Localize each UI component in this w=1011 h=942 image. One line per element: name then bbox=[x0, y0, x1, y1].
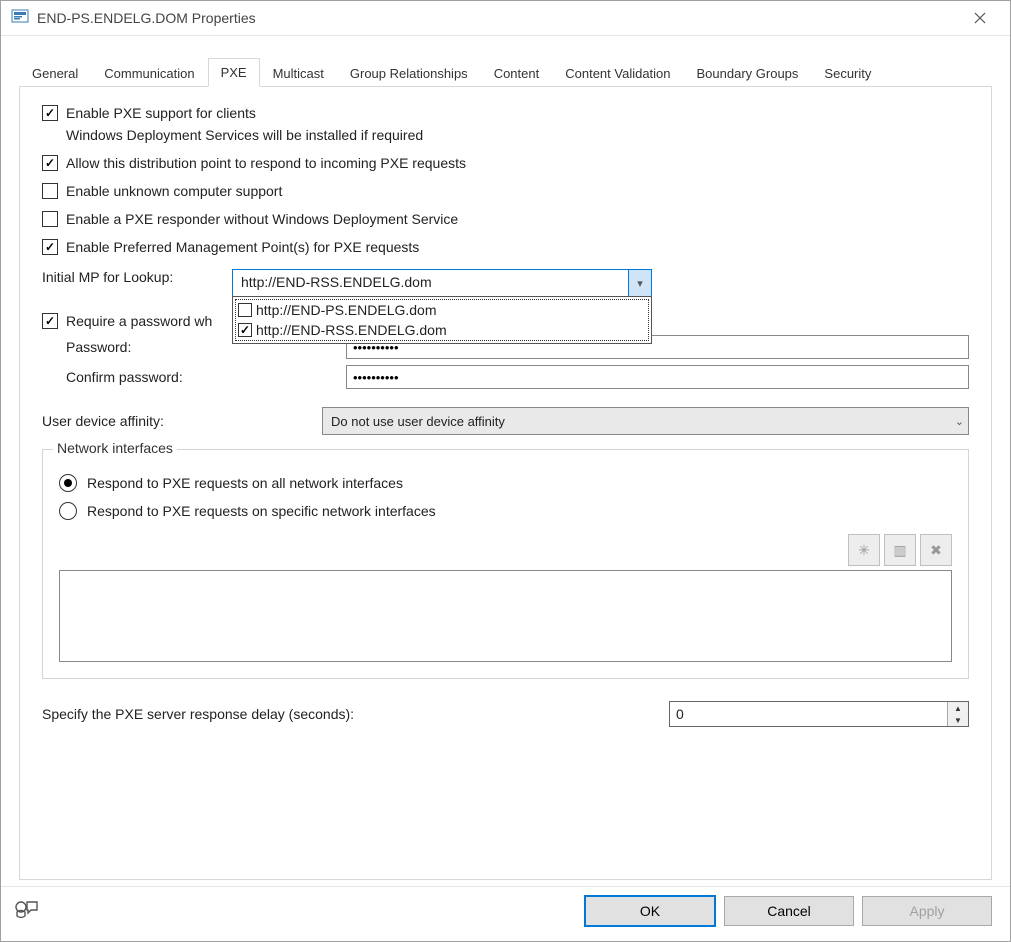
preferred-mp-checkbox[interactable] bbox=[42, 239, 58, 255]
confirm-password-label: Confirm password: bbox=[42, 369, 346, 385]
mp-option-1-label: http://END-RSS.ENDELG.dom bbox=[256, 322, 447, 338]
feedback-icon[interactable] bbox=[13, 899, 41, 923]
add-interface-button[interactable]: ✳ bbox=[848, 534, 880, 566]
sun-icon: ✳ bbox=[858, 542, 870, 559]
tab-multicast[interactable]: Multicast bbox=[260, 59, 337, 87]
tab-communication[interactable]: Communication bbox=[91, 59, 207, 87]
require-password-label: Require a password wh bbox=[66, 313, 212, 329]
app-icon bbox=[11, 8, 29, 29]
delay-down-button[interactable]: ▼ bbox=[948, 714, 968, 726]
confirm-password-field[interactable] bbox=[346, 365, 969, 389]
tab-pxe[interactable]: PXE bbox=[208, 58, 260, 87]
close-button[interactable] bbox=[960, 4, 1000, 32]
chevron-down-icon: ▾ bbox=[637, 277, 643, 290]
window-title: END-PS.ENDELG.DOM Properties bbox=[37, 10, 960, 26]
allow-respond-label: Allow this distribution point to respond… bbox=[66, 155, 466, 171]
tab-boundary-groups[interactable]: Boundary Groups bbox=[684, 59, 812, 87]
ok-button[interactable]: OK bbox=[584, 895, 716, 927]
responder-without-wds-label: Enable a PXE responder without Windows D… bbox=[66, 211, 458, 227]
radio-specific-interfaces[interactable] bbox=[59, 502, 77, 520]
uda-label: User device affinity: bbox=[42, 413, 322, 429]
tab-group-relationships[interactable]: Group Relationships bbox=[337, 59, 481, 87]
enable-pxe-checkbox[interactable] bbox=[42, 105, 58, 121]
initial-mp-dropdown-list: http://END-PS.ENDELG.dom http://END-RSS.… bbox=[232, 296, 652, 344]
radio-specific-label: Respond to PXE requests on specific netw… bbox=[87, 503, 436, 519]
chevron-down-icon: ⌄ bbox=[955, 415, 964, 428]
properties-icon: ▥ bbox=[893, 542, 906, 559]
delay-up-button[interactable]: ▲ bbox=[948, 702, 968, 714]
tab-content-validation[interactable]: Content Validation bbox=[552, 59, 683, 87]
tab-content[interactable]: Content bbox=[481, 59, 553, 87]
enable-pxe-label: Enable PXE support for clients bbox=[66, 105, 256, 121]
mp-option-0-checkbox[interactable] bbox=[238, 303, 252, 317]
unknown-support-checkbox[interactable] bbox=[42, 183, 58, 199]
delay-spinner[interactable]: 0 ▲ ▼ bbox=[669, 701, 969, 727]
cancel-button[interactable]: Cancel bbox=[724, 896, 854, 926]
delay-value[interactable]: 0 bbox=[670, 702, 947, 726]
pxe-panel: Enable PXE support for clients Windows D… bbox=[19, 87, 992, 880]
initial-mp-label: Initial MP for Lookup: bbox=[42, 269, 232, 285]
network-interfaces-group: Network interfaces Respond to PXE reques… bbox=[42, 449, 969, 679]
titlebar: END-PS.ENDELG.DOM Properties bbox=[1, 1, 1010, 36]
tab-security[interactable]: Security bbox=[811, 59, 884, 87]
content-area: General Communication PXE Multicast Grou… bbox=[1, 36, 1010, 886]
uda-value: Do not use user device affinity bbox=[331, 414, 505, 429]
mp-option-0[interactable]: http://END-PS.ENDELG.dom bbox=[236, 300, 648, 320]
delete-icon: ✖ bbox=[930, 542, 942, 559]
uda-select[interactable]: Do not use user device affinity ⌄ bbox=[322, 407, 969, 435]
delete-interface-button[interactable]: ✖ bbox=[920, 534, 952, 566]
require-password-checkbox[interactable] bbox=[42, 313, 58, 329]
interfaces-list[interactable] bbox=[59, 570, 952, 662]
preferred-mp-label: Enable Preferred Management Point(s) for… bbox=[66, 239, 419, 255]
edit-interface-button[interactable]: ▥ bbox=[884, 534, 916, 566]
mp-option-1[interactable]: http://END-RSS.ENDELG.dom bbox=[236, 320, 648, 340]
unknown-support-label: Enable unknown computer support bbox=[66, 183, 282, 199]
initial-mp-combo[interactable]: http://END-RSS.ENDELG.dom ▾ bbox=[232, 269, 652, 297]
allow-respond-checkbox[interactable] bbox=[42, 155, 58, 171]
initial-mp-dropdown-button[interactable]: ▾ bbox=[628, 270, 651, 296]
radio-all-label: Respond to PXE requests on all network i… bbox=[87, 475, 403, 491]
mp-option-1-checkbox[interactable] bbox=[238, 323, 252, 337]
dialog-footer: OK Cancel Apply bbox=[1, 886, 1010, 941]
mp-option-0-label: http://END-PS.ENDELG.dom bbox=[256, 302, 437, 318]
properties-window: END-PS.ENDELG.DOM Properties General Com… bbox=[0, 0, 1011, 942]
responder-without-wds-checkbox[interactable] bbox=[42, 211, 58, 227]
initial-mp-value: http://END-RSS.ENDELG.dom bbox=[233, 270, 628, 296]
enable-pxe-note: Windows Deployment Services will be inst… bbox=[66, 127, 969, 143]
delay-label: Specify the PXE server response delay (s… bbox=[42, 706, 354, 722]
network-interfaces-title: Network interfaces bbox=[53, 440, 177, 456]
radio-all-interfaces[interactable] bbox=[59, 474, 77, 492]
tab-general[interactable]: General bbox=[19, 59, 91, 87]
tab-bar: General Communication PXE Multicast Grou… bbox=[19, 54, 992, 87]
apply-button[interactable]: Apply bbox=[862, 896, 992, 926]
